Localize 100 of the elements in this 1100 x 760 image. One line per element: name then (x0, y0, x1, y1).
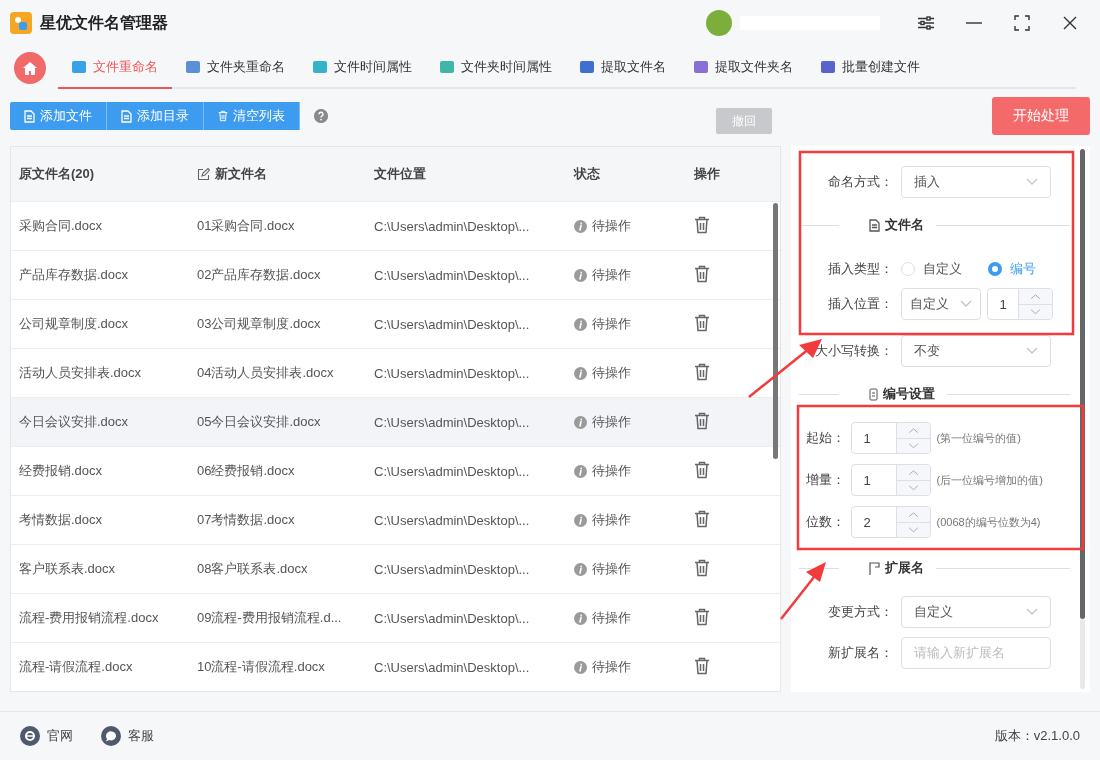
table-cell-text: 活动人员安排表.docx (19, 364, 143, 382)
section-title: 扩展名 (884, 559, 924, 577)
trash-icon[interactable] (694, 215, 710, 234)
table-cell-text: C:\Users\admin\Desktop\... (374, 610, 531, 626)
table-row[interactable]: 流程-费用报销流程.docx 09流程-费用报销流程.d... C:\Users\admin\Desktop\... 待操作 (11, 594, 780, 643)
mode-dropdown[interactable]: 自定义 (900, 596, 1051, 628)
table-cell-text: 06经费报销.docx (197, 462, 296, 480)
field-label: 命名方式： (826, 173, 894, 191)
field-label: 插入位置： (826, 295, 894, 313)
trash-icon[interactable] (694, 411, 710, 430)
tab[interactable]: 文件夹重命名 (172, 47, 299, 89)
table-row[interactable]: 今日会议安排.docx 05今日会议安排.docx C:\Users\admin\Desktop\... 待操作 (11, 398, 780, 447)
status-text: 待操作 (592, 658, 631, 676)
settings-icon[interactable] (918, 16, 934, 30)
table-row[interactable]: 流程-请假流程.docx 10流程-请假流程.docx C:\Users\admin\Desktop\... 待操作 (11, 643, 780, 691)
table-cell-text: 02产品库存数据.docx (197, 266, 322, 284)
info-icon (574, 611, 587, 625)
section-title: 编号设置 (882, 385, 935, 403)
table-cell-text: C:\Users\admin\Desktop\... (374, 512, 531, 528)
footer-link[interactable]: 客服 (101, 726, 154, 746)
trash-icon[interactable] (694, 362, 710, 381)
extension-input[interactable]: 请输入新扩展名 (900, 637, 1051, 669)
table-cell-text: 经费报销.docx (19, 462, 104, 480)
field-label: 增量： (804, 471, 846, 489)
trash-icon[interactable] (694, 558, 710, 577)
column-header: 新文件名 (215, 165, 267, 183)
info-icon (574, 415, 587, 429)
status-text: 待操作 (592, 364, 631, 382)
close-icon[interactable] (1063, 16, 1077, 30)
field-label: 起始： (804, 429, 846, 447)
position-dropdown[interactable]: 自定义 (900, 288, 981, 320)
trash-icon[interactable] (694, 460, 710, 479)
table-cell-text: 客户联系表.docx (19, 560, 117, 578)
scrollbar[interactable] (772, 203, 778, 459)
field-label: 插入类型： (826, 260, 894, 278)
chevron-down-icon (1025, 608, 1038, 616)
case-dropdown[interactable]: 不变 (900, 335, 1051, 367)
info-icon (574, 562, 587, 576)
table-cell-text: C:\Users\admin\Desktop\... (374, 316, 531, 332)
table-cell-text: 04活动人员安排表.docx (197, 364, 335, 382)
hint-text: (0068的编号位数为4) (936, 514, 1041, 530)
app-title: 星优文件名管理器 (40, 12, 168, 33)
table-cell-text: C:\Users\admin\Desktop\... (374, 414, 531, 430)
table-cell-text: 08客户联系表.docx (197, 560, 309, 578)
status-text: 待操作 (592, 413, 631, 431)
version-text: 版本：v2.1.0.0 (994, 727, 1080, 745)
info-icon (574, 268, 587, 282)
tab[interactable]: 批量创建文件 (807, 47, 934, 89)
avatar-icon[interactable] (706, 10, 732, 36)
tab[interactable]: 文件夹时间属性 (426, 47, 566, 89)
maximize-icon[interactable] (1014, 15, 1030, 31)
footer-link[interactable]: 官网 (20, 726, 73, 746)
table-cell-text: 09流程-费用报销流程.d... (197, 609, 343, 627)
status-text: 待操作 (592, 462, 631, 480)
naming-dropdown[interactable]: 插入 (900, 166, 1051, 198)
chevron-down-icon (959, 300, 972, 308)
document-icon (868, 218, 880, 232)
status-text: 待操作 (592, 560, 631, 578)
status-text: 待操作 (592, 266, 631, 284)
table-cell-text: C:\Users\admin\Desktop\... (374, 267, 531, 283)
table-cell-text: 采购合同.docx (19, 217, 104, 235)
radio-option[interactable]: 自定义 (900, 260, 962, 278)
help-icon[interactable] (314, 109, 328, 123)
table-row[interactable]: 考情数据.docx 07考情数据.docx C:\Users\admin\Desktop\... 待操作 (11, 496, 780, 545)
status-text: 待操作 (592, 315, 631, 333)
chat-icon (101, 726, 121, 746)
column-header: 文件位置 (374, 165, 427, 183)
table-cell-text: 流程-费用报销流程.docx (19, 609, 160, 627)
chevron-down-icon (1025, 347, 1038, 355)
status-text: 待操作 (592, 609, 631, 627)
table-cell-text: 05今日会议安排.docx (197, 413, 322, 431)
home-icon (23, 61, 37, 75)
info-icon (574, 219, 587, 233)
globe-icon (20, 726, 40, 746)
trash-icon[interactable] (694, 509, 710, 528)
trash-icon[interactable] (694, 656, 710, 675)
info-icon (574, 366, 587, 380)
table-row[interactable]: 客户联系表.docx 08客户联系表.docx C:\Users\admin\Desktop\... 待操作 (11, 545, 780, 594)
tab[interactable]: 文件时间属性 (299, 47, 426, 89)
column-header: 状态 (574, 165, 601, 183)
home-button[interactable] (14, 52, 46, 84)
info-icon (574, 660, 587, 674)
tab[interactable]: 提取文件名 (566, 47, 680, 89)
scrollbar[interactable] (1080, 149, 1085, 619)
table-cell-text: 流程-请假流程.docx (19, 658, 134, 676)
table-cell-text: 01采购合同.docx (197, 217, 296, 235)
table-cell-text: 今日会议安排.docx (19, 413, 130, 431)
status-text: 待操作 (592, 217, 631, 235)
trash-icon[interactable] (694, 264, 710, 283)
document-icon (24, 109, 35, 123)
table-cell-text: C:\Users\admin\Desktop\... (374, 659, 531, 675)
trash-icon[interactable] (694, 313, 710, 332)
tab[interactable]: 提取文件夹名 (680, 47, 807, 89)
edit-icon (197, 167, 210, 181)
table-cell-text: C:\Users\admin\Desktop\... (374, 218, 531, 234)
hint-text: (后一位编号增加的值) (936, 472, 1043, 488)
trash-icon[interactable] (694, 607, 710, 626)
info-icon (574, 513, 587, 527)
table-row[interactable]: 经费报销.docx 06经费报销.docx C:\Users\admin\Desktop\... 待操作 (11, 447, 780, 496)
table-cell-text: C:\Users\admin\Desktop\... (374, 561, 531, 577)
